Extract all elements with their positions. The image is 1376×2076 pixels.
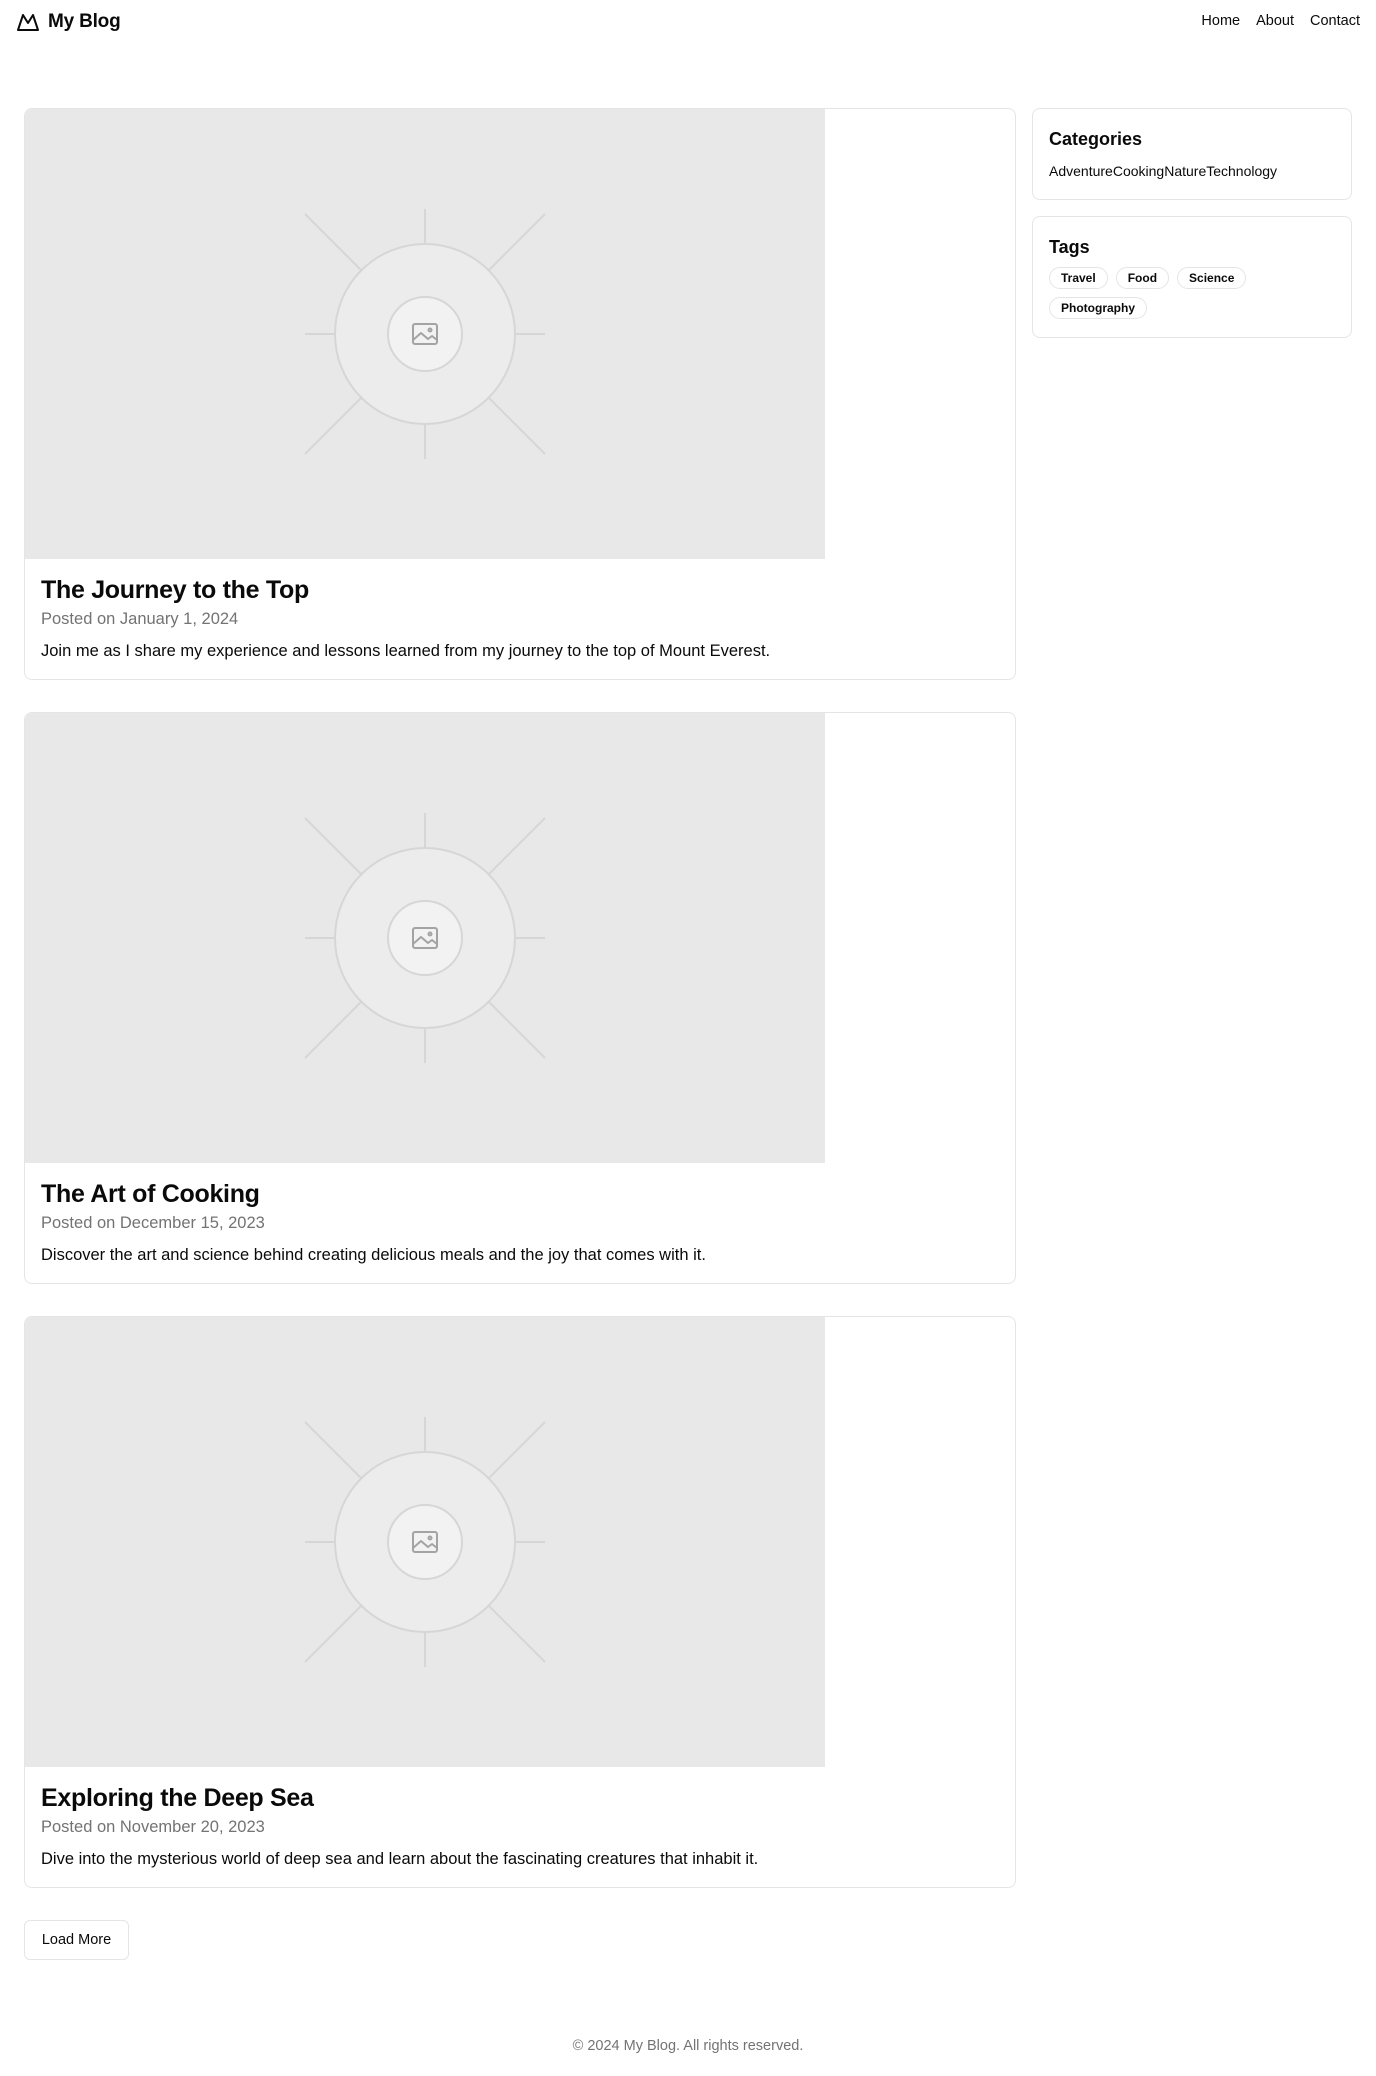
site-footer: © 2024 My Blog. All rights reserved. [0,2038,1376,2054]
tag-photography[interactable]: Photography [1049,297,1147,319]
copyright-text: © 2024 My Blog. All rights reserved. [572,2038,804,2054]
post-excerpt: Dive into the mysterious world of deep s… [41,1850,759,1868]
sidebar: Categories Adventure Cooking Nature Tech… [1032,108,1352,354]
placeholder-circle [387,1504,463,1580]
brand-link[interactable]: My Blog [16,10,121,34]
placeholder-graphic [304,209,546,459]
category-link-adventure[interactable]: Adventure [1049,161,1113,181]
post-card[interactable]: The Art of Cooking Posted on December 15… [24,712,1016,1284]
placeholder-circle [387,296,463,372]
post-body: The Journey to the Top Posted on January… [41,573,999,663]
post-excerpt: Discover the art and science behind crea… [41,1246,706,1264]
tag-travel[interactable]: Travel [1049,267,1108,289]
category-link-nature[interactable]: Nature [1164,161,1206,181]
mountain-icon [16,10,40,34]
placeholder-graphic [304,1417,546,1667]
post-date: Posted on December 15, 2023 [41,1214,265,1232]
post-card[interactable]: The Journey to the Top Posted on January… [24,108,1016,680]
post-date: Posted on November 20, 2023 [41,1818,265,1836]
load-more-button[interactable]: Load More [24,1920,129,1960]
placeholder-graphic [304,813,546,1063]
categories-panel: Categories Adventure Cooking Nature Tech… [1032,108,1352,200]
tags-list: Travel Food Science Photography [1049,267,1335,319]
brand-title: My Blog [48,11,121,32]
post-body: The Art of Cooking Posted on December 15… [41,1177,999,1267]
post-image-placeholder [25,713,825,1163]
category-link-cooking[interactable]: Cooking [1113,161,1164,181]
nav-contact-link[interactable]: Contact [1310,13,1360,29]
post-image-placeholder [25,1317,825,1767]
nav-about-link[interactable]: About [1256,13,1294,29]
tags-panel: Tags Travel Food Science Photography [1032,216,1352,338]
posts-list: The Journey to the Top Posted on January… [24,108,1016,1920]
post-title[interactable]: The Journey to the Top [41,573,999,607]
post-image-placeholder [25,109,825,559]
post-date: Posted on January 1, 2024 [41,610,239,628]
tag-science[interactable]: Science [1177,267,1247,289]
post-excerpt: Join me as I share my experience and les… [41,642,771,660]
nav-home-link[interactable]: Home [1201,13,1240,29]
tags-heading: Tags [1049,237,1090,257]
main-nav: Home About Contact [1201,13,1360,29]
post-title[interactable]: Exploring the Deep Sea [41,1781,999,1815]
placeholder-circle [387,900,463,976]
site-header: My Blog Home About Contact [0,0,1376,44]
post-body: Exploring the Deep Sea Posted on Novembe… [41,1781,999,1871]
categories-heading: Categories [1049,129,1143,149]
tag-food[interactable]: Food [1115,267,1170,289]
post-card[interactable]: Exploring the Deep Sea Posted on Novembe… [24,1316,1016,1888]
post-title[interactable]: The Art of Cooking [41,1177,999,1211]
categories-list: Adventure Cooking Nature Technology [1049,161,1335,181]
category-link-technology[interactable]: Technology [1206,161,1277,181]
